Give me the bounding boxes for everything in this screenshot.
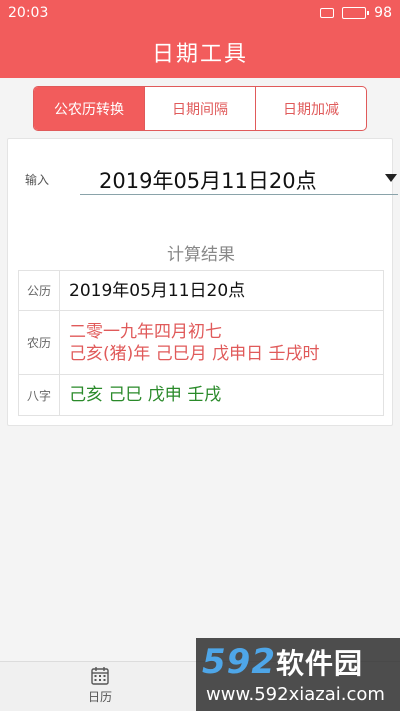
watermark-brand: 592软件园 bbox=[202, 642, 363, 682]
status-icons: 98 bbox=[320, 5, 392, 21]
lunar-date-text: 二零一九年四月初七 bbox=[69, 321, 222, 342]
row-label-bazi: 八字 bbox=[19, 375, 60, 415]
row-label-lunar: 农历 bbox=[19, 311, 60, 374]
row-value-solar: 2019年05月11日20点 bbox=[60, 271, 383, 310]
result-title: 计算结果 bbox=[167, 245, 235, 265]
screen-cast-icon bbox=[320, 8, 335, 18]
result-row-bazi: 八字 己亥 己巳 戊申 壬戌 bbox=[19, 375, 383, 415]
nav-label-calendar: 日历 bbox=[87, 690, 112, 704]
watermark-chinese: 软件园 bbox=[275, 647, 363, 680]
status-time: 20:03 bbox=[8, 5, 49, 21]
battery-percent: 98 bbox=[374, 5, 392, 21]
watermark-url: www.592xiazai.com bbox=[206, 684, 385, 705]
date-input-value: 2019年05月11日20点 bbox=[99, 169, 317, 193]
calendar-icon bbox=[91, 667, 109, 685]
date-picker-field[interactable]: 2019年05月11日20点 bbox=[80, 165, 398, 195]
converter-card: 输入 2019年05月11日20点 计算结果 公历 2019年05月11日20点… bbox=[7, 138, 398, 426]
app-bar: 日期工具 bbox=[0, 26, 400, 78]
row-label-solar: 公历 bbox=[19, 271, 60, 310]
solar-date-text: 2019年05月11日20点 bbox=[69, 280, 246, 301]
watermark-number: 592 bbox=[202, 642, 276, 682]
date-input-row: 输入 2019年05月11日20点 bbox=[25, 165, 398, 197]
dropdown-arrow-icon[interactable] bbox=[385, 174, 397, 182]
bazi-text: 己亥 己巳 戊申 壬戌 bbox=[69, 385, 222, 405]
tab-solar-lunar-convert[interactable]: 公农历转换 bbox=[34, 87, 145, 130]
status-bar: 20:03 98 bbox=[0, 0, 400, 26]
input-label: 输入 bbox=[25, 173, 50, 187]
result-row-solar: 公历 2019年05月11日20点 bbox=[19, 271, 383, 311]
battery-icon bbox=[342, 7, 370, 19]
row-value-bazi: 己亥 己巳 戊申 壬戌 bbox=[60, 375, 383, 415]
lunar-ganzhi-text: 己亥(猪)年 己巳月 戊申日 壬戌时 bbox=[69, 343, 320, 364]
page-title: 日期工具 bbox=[151, 42, 248, 67]
watermark-logo: 592软件园 www.592xiazai.com bbox=[196, 638, 400, 711]
result-row-lunar: 农历 二零一九年四月初七 己亥(猪)年 己巳月 戊申日 壬戌时 bbox=[19, 311, 383, 375]
mode-tabs: 公农历转换 日期间隔 日期加减 bbox=[33, 86, 367, 131]
result-table: 公历 2019年05月11日20点 农历 二零一九年四月初七 己亥(猪)年 己巳… bbox=[18, 270, 384, 416]
nav-item-calendar[interactable]: 日历 bbox=[60, 666, 140, 710]
row-value-lunar: 二零一九年四月初七 己亥(猪)年 己巳月 戊申日 壬戌时 bbox=[60, 311, 383, 374]
tab-date-add-subtract[interactable]: 日期加减 bbox=[256, 87, 366, 130]
tab-date-interval[interactable]: 日期间隔 bbox=[145, 87, 256, 130]
